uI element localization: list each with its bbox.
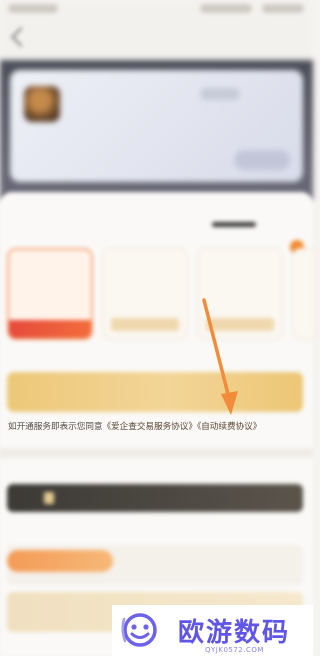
status-battery — [262, 4, 304, 13]
auto-renew-agreement-link[interactable]: 《自动续费协议》 — [197, 422, 261, 432]
plan-option-1[interactable] — [7, 248, 93, 340]
plan-tag — [9, 320, 91, 338]
section-divider — [0, 448, 313, 458]
lock-icon — [44, 492, 54, 504]
plan-tag — [111, 318, 179, 331]
navigation-bar — [0, 18, 313, 60]
plan-option-2[interactable] — [102, 248, 188, 340]
service-agreement-link[interactable]: 《爱企查交易服务协议》 — [102, 422, 197, 432]
back-icon[interactable] — [11, 27, 31, 47]
benefit-highlight — [7, 550, 113, 572]
plan-option-4[interactable] — [292, 248, 316, 340]
open-membership-button[interactable] — [7, 372, 303, 412]
plan-tag — [206, 318, 274, 331]
agreement-prefix: 如开通服务即表示您同意 — [8, 422, 103, 432]
watermark-url: QYJK0572.COM — [205, 646, 264, 654]
status-time — [8, 4, 58, 13]
smiley-logo-icon — [121, 613, 157, 647]
member-badge — [200, 88, 240, 100]
watermark-title: 欧游数码 — [178, 618, 291, 648]
status-indicators — [200, 4, 252, 13]
tab-indicator — [212, 222, 256, 227]
agreement-text: 如开通服务即表示您同意《爱企查交易服务协议》《自动续费协议》 — [8, 419, 308, 432]
card-action-button[interactable] — [234, 150, 290, 170]
plan-option-3[interactable] — [197, 248, 283, 340]
avatar — [24, 86, 60, 122]
status-bar — [0, 0, 313, 18]
